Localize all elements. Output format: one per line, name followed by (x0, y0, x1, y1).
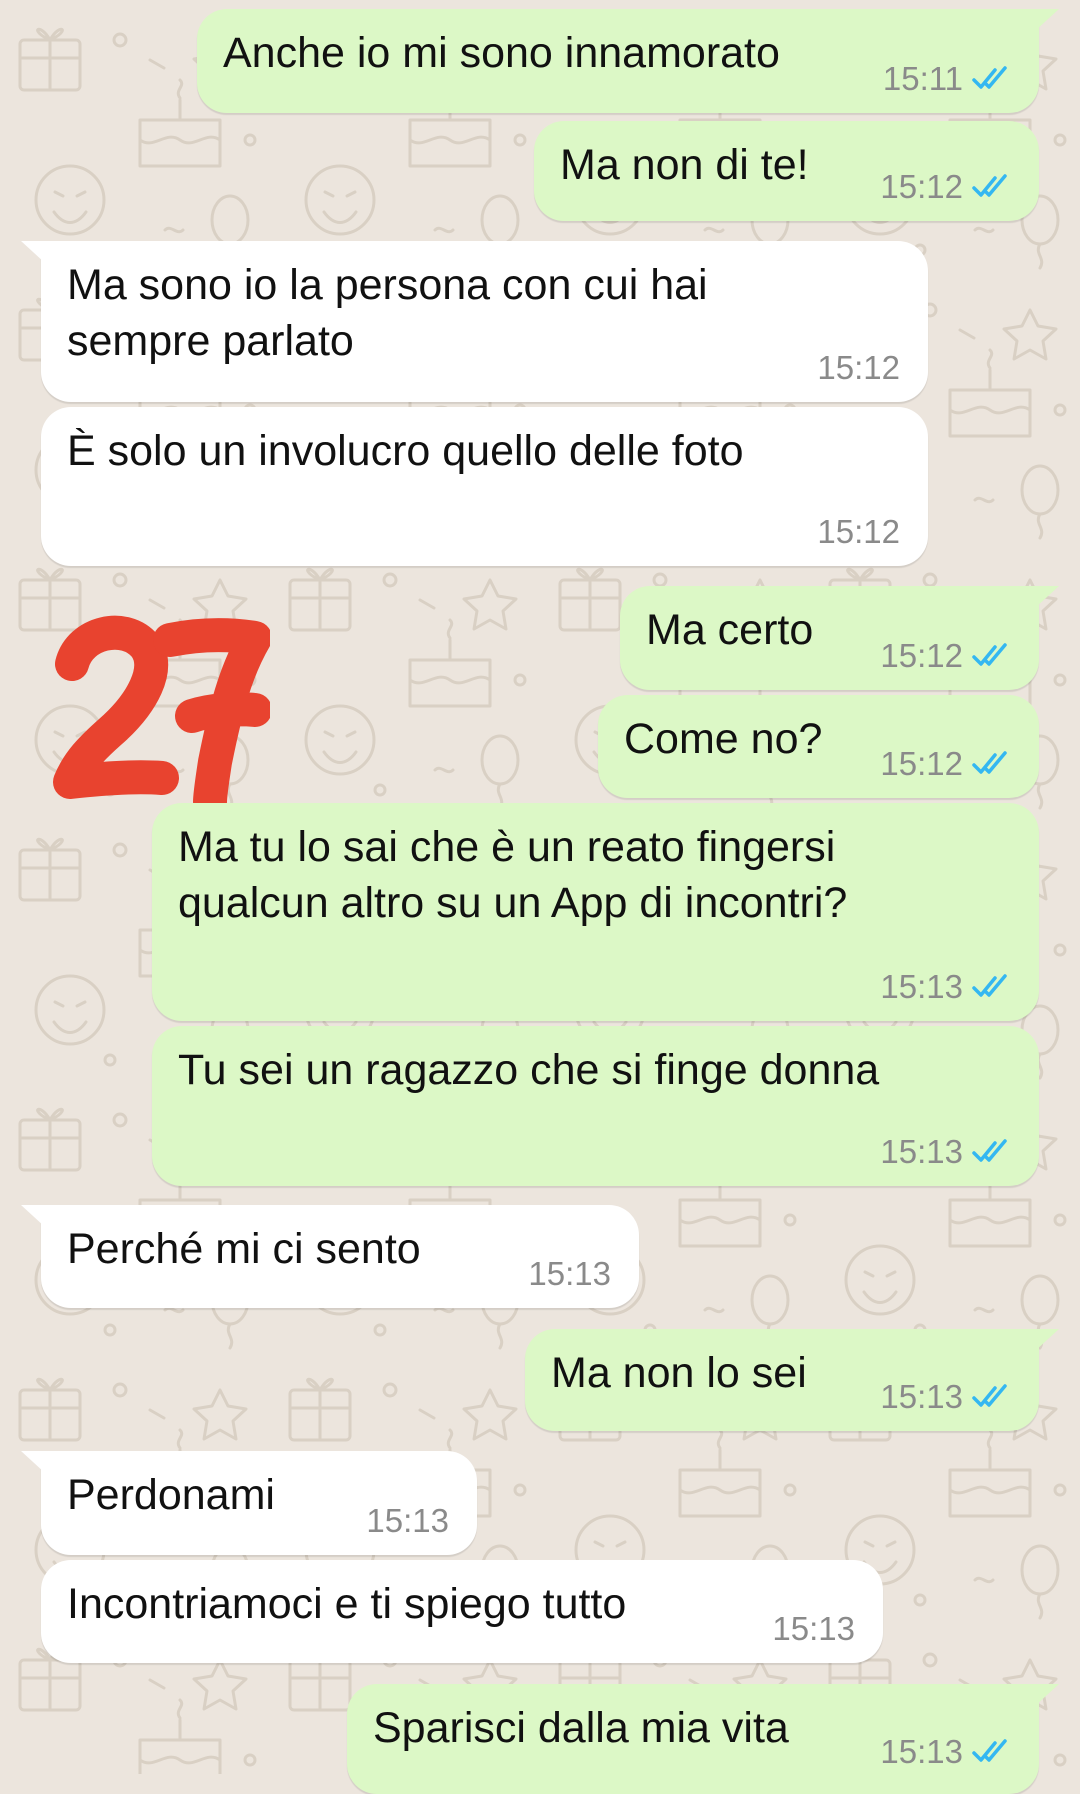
double-check-read-icon (972, 66, 1007, 89)
message-bubble-incoming[interactable]: È solo un involucro quello delle foto 15… (41, 407, 928, 566)
message-text: Anche io mi sono innamorato (223, 29, 780, 77)
message-meta: 15:13 (880, 1377, 1011, 1417)
double-check-read-icon (972, 751, 1007, 774)
message-meta: 15:13 (880, 1132, 1011, 1172)
overlay-number-27: 27 (53, 615, 270, 812)
message-bubble-incoming[interactable]: Perché mi ci sento 15:13 (21, 1205, 639, 1308)
message-text: Ma non lo sei (551, 1349, 807, 1397)
message-text: Ma certo (646, 606, 814, 654)
message-bubble-outgoing[interactable]: Sparisci dalla mia vita 15:13 (347, 1684, 1059, 1794)
message-time: 15:12 (817, 349, 900, 386)
message-time: 15:13 (880, 1733, 963, 1770)
message-time: 15:11 (882, 60, 963, 97)
bubble-tail (1035, 586, 1059, 608)
message-text: Incontriamoci e ti spiego tutto (67, 1580, 627, 1628)
message-meta: 15:13 (772, 1609, 855, 1649)
message-bubble-incoming[interactable]: Ma sono io la persona con cui hai sempre… (21, 241, 928, 402)
message-meta: 15:12 (880, 636, 1011, 676)
message-text: Ma non di te! (560, 141, 809, 189)
double-check-read-icon (972, 974, 1007, 997)
message-time: 15:12 (880, 637, 963, 674)
message-time: 15:13 (880, 1378, 963, 1415)
message-meta: 15:13 (528, 1254, 611, 1294)
double-check-read-icon (972, 174, 1007, 197)
message-text: Sparisci dalla mia vita (373, 1704, 789, 1752)
bubble-tail (21, 1205, 45, 1227)
message-time: 15:12 (817, 513, 900, 550)
message-text: Perché mi ci sento (67, 1225, 421, 1273)
message-bubble-outgoing[interactable]: Ma tu lo sai che è un reato fingersi qua… (152, 803, 1039, 1021)
message-time: 15:12 (880, 168, 963, 205)
message-meta: 15:13 (880, 1732, 1011, 1772)
bubble-tail (21, 241, 45, 263)
message-meta: 15:11 (883, 59, 1011, 99)
message-meta: 15:12 (817, 512, 900, 552)
message-meta: 15:13 (366, 1501, 449, 1541)
message-text: Perdonami (67, 1471, 275, 1519)
message-bubble-outgoing[interactable]: Ma certo 15:12 (620, 586, 1059, 690)
message-bubble-incoming[interactable]: Perdonami 15:13 (21, 1451, 477, 1555)
message-bubble-outgoing[interactable]: Ma non di te! 15:12 (534, 121, 1039, 221)
message-text: Ma sono io la persona con cui hai sempre… (67, 261, 708, 365)
message-time: 15:13 (528, 1255, 611, 1292)
message-time: 15:13 (880, 968, 963, 1005)
message-meta: 15:12 (880, 744, 1011, 784)
message-bubble-incoming[interactable]: Incontriamoci e ti spiego tutto 15:13 (41, 1560, 883, 1663)
message-time: 15:12 (880, 745, 963, 782)
message-text: Ma tu lo sai che è un reato fingersi qua… (178, 823, 848, 927)
message-meta: 15:13 (880, 967, 1011, 1007)
double-check-read-icon (972, 1139, 1007, 1162)
message-time: 15:13 (772, 1610, 855, 1647)
message-meta: 15:12 (817, 348, 900, 388)
message-text: È solo un involucro quello delle foto (67, 427, 744, 475)
message-time: 15:13 (880, 1133, 963, 1170)
bubble-tail (21, 1451, 45, 1473)
message-meta: 15:12 (880, 167, 1011, 207)
double-check-read-icon (972, 1739, 1007, 1762)
double-check-read-icon (972, 643, 1007, 666)
bubble-tail (1035, 9, 1059, 31)
bubble-tail (1035, 1329, 1059, 1351)
double-check-read-icon (972, 1384, 1007, 1407)
bubble-tail (1035, 1684, 1059, 1706)
message-bubble-outgoing[interactable]: Anche io mi sono innamorato 15:11 (197, 9, 1059, 113)
message-bubble-outgoing[interactable]: Ma non lo sei 15:13 (525, 1329, 1059, 1431)
message-bubble-outgoing[interactable]: Tu sei un ragazzo che si finge donna 15:… (152, 1026, 1039, 1186)
message-text: Tu sei un ragazzo che si finge donna (178, 1046, 880, 1094)
message-time: 15:13 (366, 1502, 449, 1539)
message-text: Come no? (624, 715, 823, 763)
message-bubble-outgoing[interactable]: Come no? 15:12 (598, 695, 1039, 798)
